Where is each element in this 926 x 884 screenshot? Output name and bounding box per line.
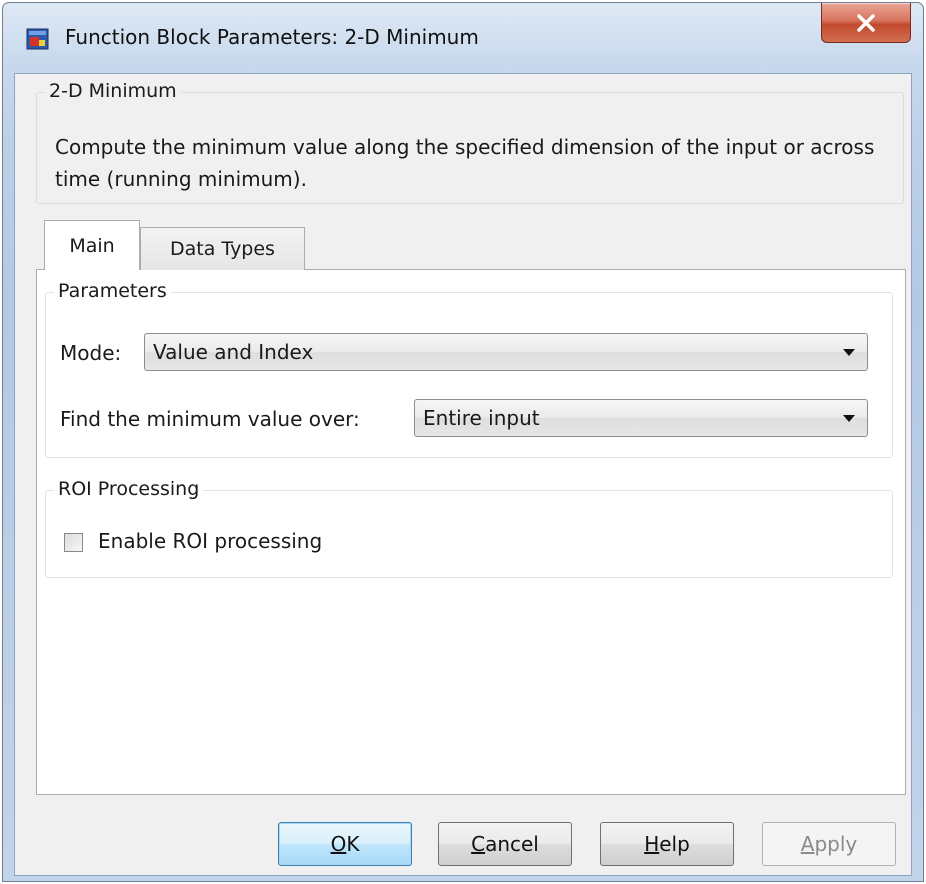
block-description-group: 2-D Minimum Compute the minimum value al… <box>36 80 904 204</box>
find-minimum-label: Find the minimum value over: <box>60 407 360 431</box>
simulink-block-icon <box>26 27 50 51</box>
tab-data-types[interactable]: Data Types <box>140 227 305 270</box>
mode-dropdown[interactable]: Value and Index <box>144 333 868 371</box>
apply-button[interactable]: Apply <box>762 822 896 866</box>
enable-roi-checkbox[interactable] <box>64 533 83 552</box>
help-label: elp <box>659 832 690 856</box>
tab-panel-main: Parameters Mode: Value and Index Find th… <box>36 269 906 795</box>
dialog-client-area: 2-D Minimum Compute the minimum value al… <box>14 73 912 876</box>
mode-value: Value and Index <box>153 340 314 364</box>
block-description-text: Compute the minimum value along the spec… <box>55 135 875 191</box>
help-mnemonic: H <box>644 832 660 856</box>
roi-processing-group: ROI Processing Enable ROI processing <box>45 478 893 578</box>
roi-processing-title: ROI Processing <box>54 478 204 500</box>
ok-label: K <box>346 832 360 856</box>
chevron-down-icon <box>843 415 855 422</box>
block-description-title: 2-D Minimum <box>45 80 181 102</box>
find-minimum-dropdown[interactable]: Entire input <box>414 399 868 437</box>
help-button[interactable]: Help <box>600 822 734 866</box>
close-button[interactable] <box>821 3 911 43</box>
chevron-down-icon <box>843 349 855 356</box>
enable-roi-label[interactable]: Enable ROI processing <box>98 529 322 553</box>
find-minimum-value: Entire input <box>423 406 540 430</box>
cancel-label: ancel <box>485 832 539 856</box>
close-icon <box>856 13 876 32</box>
cancel-mnemonic: C <box>471 832 486 856</box>
tab-main[interactable]: Main <box>44 220 140 270</box>
mode-label: Mode: <box>60 341 122 365</box>
parameters-group: Parameters Mode: Value and Index Find th… <box>45 280 893 458</box>
apply-label: pply <box>814 832 858 856</box>
ok-button[interactable]: OK <box>278 822 412 866</box>
cancel-button[interactable]: Cancel <box>438 822 572 866</box>
apply-mnemonic: A <box>800 832 815 856</box>
title-bar[interactable]: Function Block Parameters: 2-D Minimum <box>3 3 923 73</box>
ok-mnemonic: O <box>330 832 347 856</box>
parameters-group-title: Parameters <box>54 280 171 302</box>
window-title: Function Block Parameters: 2-D Minimum <box>65 25 479 49</box>
dialog-window: Function Block Parameters: 2-D Minimum 2… <box>2 2 924 882</box>
